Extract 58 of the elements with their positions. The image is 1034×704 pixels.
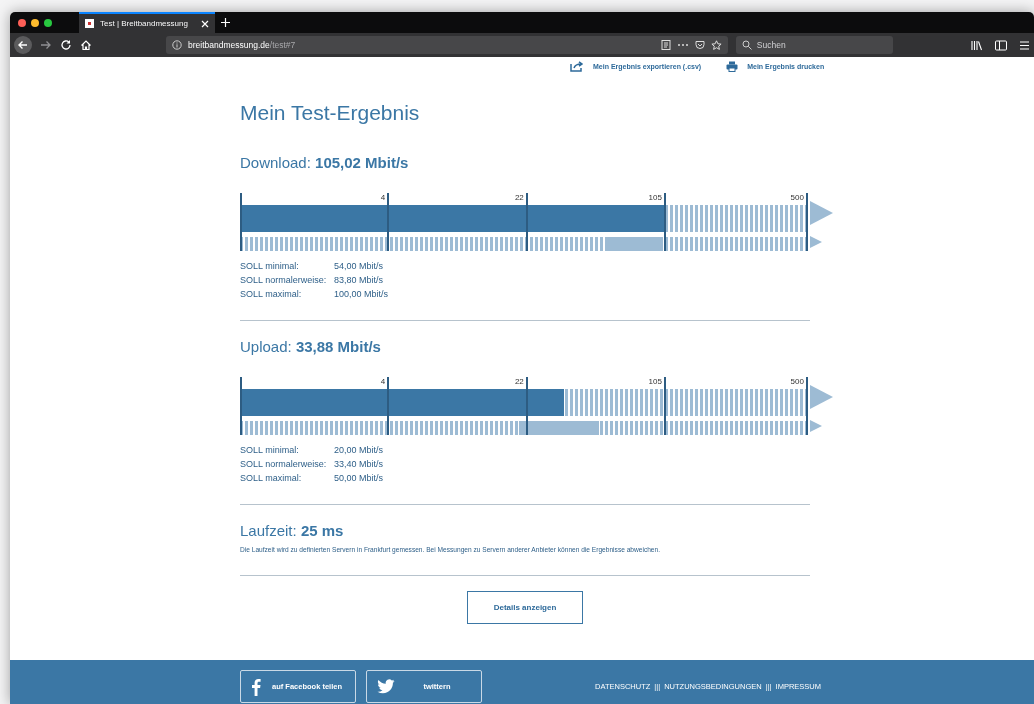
reader-view-icon[interactable]	[660, 40, 671, 50]
target-value: 83,80 Mbit/s	[334, 274, 385, 287]
printer-icon	[726, 60, 739, 72]
share-icon	[570, 60, 584, 72]
scale-label: 4	[380, 193, 387, 203]
reload-icon[interactable]	[60, 39, 72, 51]
target-label: SOLL normalerweise:	[240, 458, 328, 471]
menu-icon[interactable]	[1019, 39, 1030, 51]
search-icon[interactable]	[741, 40, 752, 50]
target-range-band	[606, 237, 661, 251]
pocket-icon[interactable]	[694, 40, 705, 50]
close-icon[interactable]	[201, 19, 209, 28]
address-bar[interactable]: breitbandmessung.de/test#7	[166, 36, 728, 54]
scale-label: 105	[648, 193, 663, 203]
details-button[interactable]: Details anzeigen	[467, 591, 583, 624]
scale-label: 500	[790, 193, 805, 203]
target-label: SOLL maximal:	[240, 288, 303, 301]
back-icon[interactable]	[14, 36, 32, 54]
target-value: 33,40 Mbit/s	[334, 458, 384, 471]
target-label: SOLL normalerweise:	[240, 274, 328, 287]
target-label: SOLL maximal:	[240, 472, 303, 485]
favicon-icon[interactable]	[85, 19, 94, 28]
search-placeholder: Suchen	[756, 40, 786, 50]
bird-icon	[377, 679, 395, 694]
url-text: breitbandmessung.de/test#7	[188, 40, 296, 50]
speed-heading: Upload: 33,88 Mbit/s	[240, 337, 382, 357]
page-title: Mein Test-Ergebnis	[240, 100, 421, 126]
scale-arrow	[810, 419, 822, 432]
browser-tab[interactable]: Test | Breitbandmessung	[79, 12, 215, 33]
scale-label: 4	[380, 377, 387, 387]
minimize-window-button[interactable]	[31, 18, 39, 27]
plus-icon[interactable]	[221, 18, 230, 27]
forward-icon[interactable]	[40, 39, 52, 51]
tab-title: Test | Breitbandmessung	[100, 19, 189, 28]
target-value: 50,00 Mbit/s	[334, 472, 384, 485]
scale-label: 22	[514, 193, 525, 203]
scale-arrow	[810, 384, 833, 409]
target-value: 54,00 Mbit/s	[334, 260, 385, 273]
scale-label: 500	[790, 377, 805, 387]
scale-arrow	[810, 235, 822, 248]
target-label: SOLL minimal:	[240, 444, 300, 457]
sidebar-icon[interactable]	[995, 39, 1007, 51]
close-window-button[interactable]	[18, 18, 26, 27]
scale-label: 105	[648, 377, 663, 387]
star-icon[interactable]	[710, 39, 722, 51]
target-value: 100,00 Mbit/s	[334, 288, 389, 301]
latency-heading: Laufzeit: 25 ms	[240, 521, 345, 541]
speed-heading: Download: 105,02 Mbit/s	[240, 153, 410, 173]
info-icon[interactable]	[172, 40, 182, 50]
scale-arrow	[810, 200, 833, 225]
home-icon[interactable]	[80, 39, 92, 51]
scale-label: 22	[514, 377, 525, 387]
search-field[interactable]: Suchen	[735, 36, 893, 54]
facebook-icon	[251, 677, 261, 696]
target-label: SOLL minimal:	[240, 260, 300, 273]
target-value: 20,00 Mbit/s	[334, 444, 384, 457]
library-icon[interactable]	[971, 39, 983, 51]
zoom-window-button[interactable]	[44, 18, 52, 27]
